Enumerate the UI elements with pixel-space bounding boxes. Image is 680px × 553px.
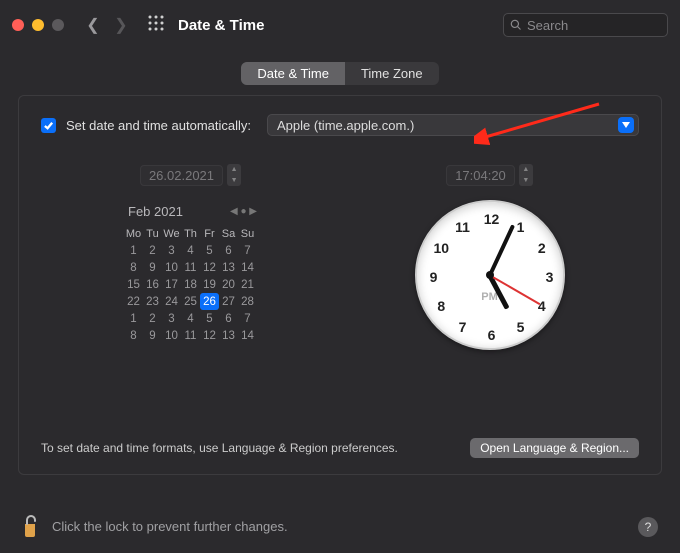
window-title: Date & Time — [178, 17, 264, 34]
date-field[interactable]: 26.02.2021 — [140, 165, 223, 186]
analog-clock: PM 121234567891011 — [415, 200, 565, 350]
time-server-select[interactable]: Apple (time.apple.com.) — [267, 114, 639, 136]
tab-time-zone[interactable]: Time Zone — [345, 62, 439, 85]
auto-date-time-label: Set date and time automatically: — [66, 118, 251, 133]
calendar[interactable]: Feb 2021◀ ● ▶MoTuWeThFrSaSu1234567891011… — [124, 204, 257, 344]
time-stepper: 17:04:20 ▲▼ — [446, 164, 533, 186]
back-button[interactable]: ❮ — [82, 14, 104, 36]
search-input[interactable]: Search — [503, 13, 668, 37]
time-server-value: Apple (time.apple.com.) — [277, 118, 414, 133]
help-button[interactable]: ? — [638, 517, 658, 537]
show-all-icon[interactable] — [148, 15, 164, 36]
chevron-down-icon — [618, 117, 634, 133]
time-step-buttons[interactable]: ▲▼ — [519, 164, 533, 186]
date-step-buttons[interactable]: ▲▼ — [227, 164, 241, 186]
forward-button: ❯ — [110, 14, 132, 36]
format-hint: To set date and time formats, use Langua… — [41, 441, 398, 455]
open-language-region-button[interactable]: Open Language & Region... — [470, 438, 639, 458]
minimize-window-button[interactable] — [32, 19, 44, 31]
preference-tabs: Date & Time Time Zone — [241, 62, 438, 85]
close-window-button[interactable] — [12, 19, 24, 31]
lock-icon[interactable] — [22, 515, 40, 537]
date-stepper: 26.02.2021 ▲▼ — [140, 164, 241, 186]
time-field[interactable]: 17:04:20 — [446, 165, 515, 186]
lock-text: Click the lock to prevent further change… — [52, 519, 288, 534]
tab-date-time[interactable]: Date & Time — [241, 62, 345, 85]
search-placeholder: Search — [527, 18, 568, 33]
zoom-window-button — [52, 19, 64, 31]
auto-date-time-checkbox[interactable] — [41, 118, 56, 133]
